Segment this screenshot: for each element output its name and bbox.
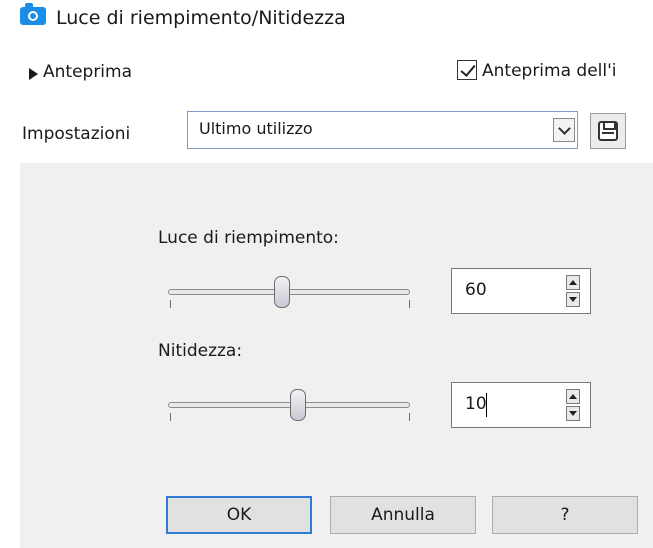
window-title: Luce di riempimento/Nitidezza [56, 7, 346, 29]
preview-toggle[interactable]: Anteprima [43, 62, 132, 82]
spin-down-icon[interactable] [566, 292, 580, 307]
fill-light-slider-thumb[interactable] [274, 276, 290, 308]
image-preview-checkbox[interactable] [457, 60, 477, 80]
ok-button[interactable]: OK [166, 496, 312, 534]
controls-panel [20, 163, 653, 548]
image-preview-label[interactable]: Anteprima dell'i [482, 61, 617, 81]
fill-light-spinbox[interactable]: 60 [451, 268, 591, 314]
sharpness-slider-thumb[interactable] [290, 389, 306, 421]
fill-light-label: Luce di riempimento: [158, 228, 339, 248]
settings-dropdown[interactable]: Ultimo utilizzo [187, 111, 578, 149]
text-caret [486, 393, 487, 417]
settings-selected-value: Ultimo utilizzo [199, 119, 313, 138]
slider-tick [409, 413, 410, 421]
spin-buttons [566, 389, 580, 421]
slider-tick [409, 300, 410, 308]
fill-light-value[interactable]: 60 [465, 280, 487, 300]
sharpness-value[interactable]: 10 [465, 394, 487, 414]
sharpness-slider-track[interactable] [168, 402, 410, 408]
spin-up-icon[interactable] [566, 275, 580, 290]
slider-tick [170, 413, 171, 421]
help-button[interactable]: ? [492, 496, 638, 534]
sharpness-spinbox[interactable]: 10 [451, 382, 591, 428]
spin-up-icon[interactable] [566, 389, 580, 404]
cancel-button[interactable]: Annulla [330, 496, 476, 534]
spin-buttons [566, 275, 580, 307]
sharpness-label: Nitidezza: [158, 341, 243, 361]
slider-tick [170, 300, 171, 308]
chevron-down-icon[interactable] [553, 118, 575, 142]
spin-down-icon[interactable] [566, 406, 580, 421]
settings-label: Impostazioni [22, 124, 131, 144]
expand-triangle-icon[interactable] [29, 68, 38, 80]
camera-icon [20, 3, 46, 25]
save-preset-button[interactable] [590, 113, 626, 149]
save-icon [598, 121, 618, 141]
